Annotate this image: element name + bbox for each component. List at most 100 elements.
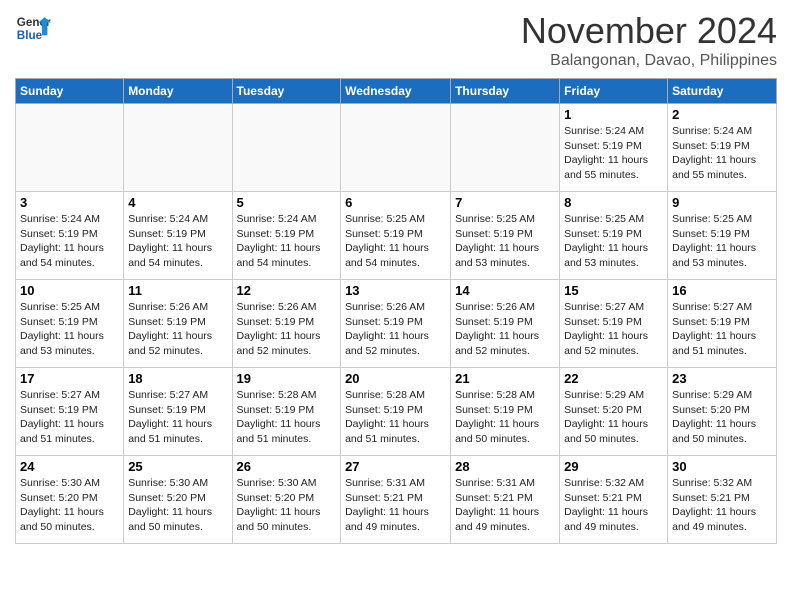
day-info: Sunrise: 5:30 AM Sunset: 5:20 PM Dayligh… — [128, 476, 227, 535]
calendar-cell: 6 Sunrise: 5:25 AM Sunset: 5:19 PM Daylig… — [341, 192, 451, 280]
weekday-header-tuesday: Tuesday — [232, 79, 341, 104]
calendar-cell: 24Sunrise: 5:30 AM Sunset: 5:20 PM Dayli… — [16, 456, 124, 544]
calendar-cell: 14Sunrise: 5:26 AM Sunset: 5:19 PM Dayli… — [451, 280, 560, 368]
calendar-cell: 7Sunrise: 5:25 AM Sunset: 5:19 PM Daylig… — [451, 192, 560, 280]
calendar-cell: 3Sunrise: 5:24 AM Sunset: 5:19 PM Daylig… — [16, 192, 124, 280]
week-row-4: 17 Sunrise: 5:27 AM Sunset: 5:19 PM Dayli… — [16, 368, 777, 456]
day-number: 19 — [237, 371, 337, 386]
calendar-cell: 13Sunrise: 5:26 AM Sunset: 5:19 PM Dayli… — [341, 280, 451, 368]
calendar-table: SundayMondayTuesdayWednesdayThursdayFrid… — [15, 78, 777, 544]
calendar-cell: 18 Sunrise: 5:27 AM Sunset: 5:19 PM Dayli… — [124, 368, 232, 456]
calendar-cell: 1Sunrise: 5:24 AM Sunset: 5:19 PM Daylig… — [560, 104, 668, 192]
weekday-header-wednesday: Wednesday — [341, 79, 451, 104]
day-number: 17 — [20, 371, 119, 386]
calendar-cell: 15 Sunrise: 5:27 AM Sunset: 5:19 PM Dayli… — [560, 280, 668, 368]
calendar-cell: 2 Sunrise: 5:24 AM Sunset: 5:19 PM Daylig… — [668, 104, 777, 192]
day-number: 12 — [237, 283, 337, 298]
week-row-5: 24 Sunrise: 5:30 AM Sunset: 5:20 PM Dayli… — [16, 456, 777, 544]
calendar-cell: 26Sunrise: 5:30 AM Sunset: 5:20 PM Dayli… — [232, 456, 341, 544]
logo-icon: General Blue — [15, 10, 51, 46]
day-number: 28 — [455, 459, 555, 474]
day-number: 6 — [345, 195, 446, 210]
day-info: Sunrise: 5:24 AM Sunset: 5:19 PM Dayligh… — [564, 124, 663, 183]
calendar-cell — [232, 104, 341, 192]
day-info: Sunrise: 5:29 AM Sunset: 5:20 PM Dayligh… — [564, 388, 663, 447]
day-number: 20 — [345, 371, 446, 386]
day-info: Sunrise: 5:25 AM Sunset: 5:19 PM Dayligh… — [564, 212, 663, 271]
day-info: Sunrise: 5:32 AM Sunset: 5:21 PM Dayligh… — [564, 476, 663, 535]
header: General Blue November 2024 Balangonan, D… — [15, 10, 777, 70]
day-number: 7 — [455, 195, 555, 210]
day-number: 29 — [564, 459, 663, 474]
week-row-3: 10 Sunrise: 5:25 AM Sunset: 5:19 PM Dayli… — [16, 280, 777, 368]
day-number: 18 — [128, 371, 227, 386]
day-info: Sunrise: 5:28 AM Sunset: 5:19 PM Dayligh… — [455, 388, 555, 447]
calendar-cell: 5Sunrise: 5:24 AM Sunset: 5:19 PM Daylig… — [232, 192, 341, 280]
day-number: 8 — [564, 195, 663, 210]
day-number: 22 — [564, 371, 663, 386]
day-info: Sunrise: 5:27 AM Sunset: 5:19 PM Dayligh… — [672, 300, 772, 359]
calendar-cell: 19 Sunrise: 5:28 AM Sunset: 5:19 PM Dayli… — [232, 368, 341, 456]
calendar-cell: 16Sunrise: 5:27 AM Sunset: 5:19 PM Dayli… — [668, 280, 777, 368]
day-info: Sunrise: 5:24 AM Sunset: 5:19 PM Dayligh… — [672, 124, 772, 183]
weekday-header-monday: Monday — [124, 79, 232, 104]
weekday-header-sunday: Sunday — [16, 79, 124, 104]
day-number: 21 — [455, 371, 555, 386]
day-info: Sunrise: 5:28 AM Sunset: 5:19 PM Dayligh… — [237, 388, 337, 447]
day-number: 25 — [128, 459, 227, 474]
day-number: 15 — [564, 283, 663, 298]
day-info: Sunrise: 5:31 AM Sunset: 5:21 PM Dayligh… — [455, 476, 555, 535]
day-number: 30 — [672, 459, 772, 474]
day-number: 10 — [20, 283, 119, 298]
day-info: Sunrise: 5:24 AM Sunset: 5:19 PM Dayligh… — [20, 212, 119, 271]
calendar-cell: 11 Sunrise: 5:26 AM Sunset: 5:19 PM Dayli… — [124, 280, 232, 368]
week-row-2: 3Sunrise: 5:24 AM Sunset: 5:19 PM Daylig… — [16, 192, 777, 280]
calendar-cell: 8 Sunrise: 5:25 AM Sunset: 5:19 PM Daylig… — [560, 192, 668, 280]
calendar-cell: 20Sunrise: 5:28 AM Sunset: 5:19 PM Dayli… — [341, 368, 451, 456]
day-info: Sunrise: 5:32 AM Sunset: 5:21 PM Dayligh… — [672, 476, 772, 535]
calendar-cell: 30 Sunrise: 5:32 AM Sunset: 5:21 PM Dayli… — [668, 456, 777, 544]
calendar-cell: 29 Sunrise: 5:32 AM Sunset: 5:21 PM Dayli… — [560, 456, 668, 544]
logo: General Blue — [15, 10, 51, 46]
day-number: 26 — [237, 459, 337, 474]
day-info: Sunrise: 5:27 AM Sunset: 5:19 PM Dayligh… — [564, 300, 663, 359]
calendar-cell: 17 Sunrise: 5:27 AM Sunset: 5:19 PM Dayli… — [16, 368, 124, 456]
calendar-cell: 25 Sunrise: 5:30 AM Sunset: 5:20 PM Dayli… — [124, 456, 232, 544]
day-info: Sunrise: 5:24 AM Sunset: 5:19 PM Dayligh… — [128, 212, 227, 271]
calendar-cell: 23 Sunrise: 5:29 AM Sunset: 5:20 PM Dayli… — [668, 368, 777, 456]
weekday-header-row: SundayMondayTuesdayWednesdayThursdayFrid… — [16, 79, 777, 104]
day-number: 2 — [672, 107, 772, 122]
day-info: Sunrise: 5:26 AM Sunset: 5:19 PM Dayligh… — [128, 300, 227, 359]
day-number: 14 — [455, 283, 555, 298]
day-info: Sunrise: 5:24 AM Sunset: 5:19 PM Dayligh… — [237, 212, 337, 271]
calendar-cell: 12 Sunrise: 5:26 AM Sunset: 5:19 PM Dayli… — [232, 280, 341, 368]
day-info: Sunrise: 5:25 AM Sunset: 5:19 PM Dayligh… — [20, 300, 119, 359]
day-number: 4 — [128, 195, 227, 210]
day-info: Sunrise: 5:26 AM Sunset: 5:19 PM Dayligh… — [237, 300, 337, 359]
calendar-cell: 4 Sunrise: 5:24 AM Sunset: 5:19 PM Daylig… — [124, 192, 232, 280]
calendar-cell: 9Sunrise: 5:25 AM Sunset: 5:19 PM Daylig… — [668, 192, 777, 280]
calendar-cell — [124, 104, 232, 192]
day-number: 23 — [672, 371, 772, 386]
svg-text:Blue: Blue — [17, 29, 43, 42]
month-title: November 2024 — [521, 10, 777, 52]
weekday-header-saturday: Saturday — [668, 79, 777, 104]
calendar-cell — [341, 104, 451, 192]
weekday-header-thursday: Thursday — [451, 79, 560, 104]
day-info: Sunrise: 5:29 AM Sunset: 5:20 PM Dayligh… — [672, 388, 772, 447]
calendar-cell — [16, 104, 124, 192]
day-info: Sunrise: 5:27 AM Sunset: 5:19 PM Dayligh… — [20, 388, 119, 447]
calendar-cell: 22 Sunrise: 5:29 AM Sunset: 5:20 PM Dayli… — [560, 368, 668, 456]
day-info: Sunrise: 5:27 AM Sunset: 5:19 PM Dayligh… — [128, 388, 227, 447]
weekday-header-friday: Friday — [560, 79, 668, 104]
calendar-cell: 10 Sunrise: 5:25 AM Sunset: 5:19 PM Dayli… — [16, 280, 124, 368]
day-number: 11 — [128, 283, 227, 298]
location: Balangonan, Davao, Philippines — [521, 52, 777, 70]
day-number: 27 — [345, 459, 446, 474]
week-row-1: 1Sunrise: 5:24 AM Sunset: 5:19 PM Daylig… — [16, 104, 777, 192]
day-info: Sunrise: 5:31 AM Sunset: 5:21 PM Dayligh… — [345, 476, 446, 535]
day-number: 24 — [20, 459, 119, 474]
day-info: Sunrise: 5:25 AM Sunset: 5:19 PM Dayligh… — [345, 212, 446, 271]
day-number: 13 — [345, 283, 446, 298]
calendar-cell: 21 Sunrise: 5:28 AM Sunset: 5:19 PM Dayli… — [451, 368, 560, 456]
